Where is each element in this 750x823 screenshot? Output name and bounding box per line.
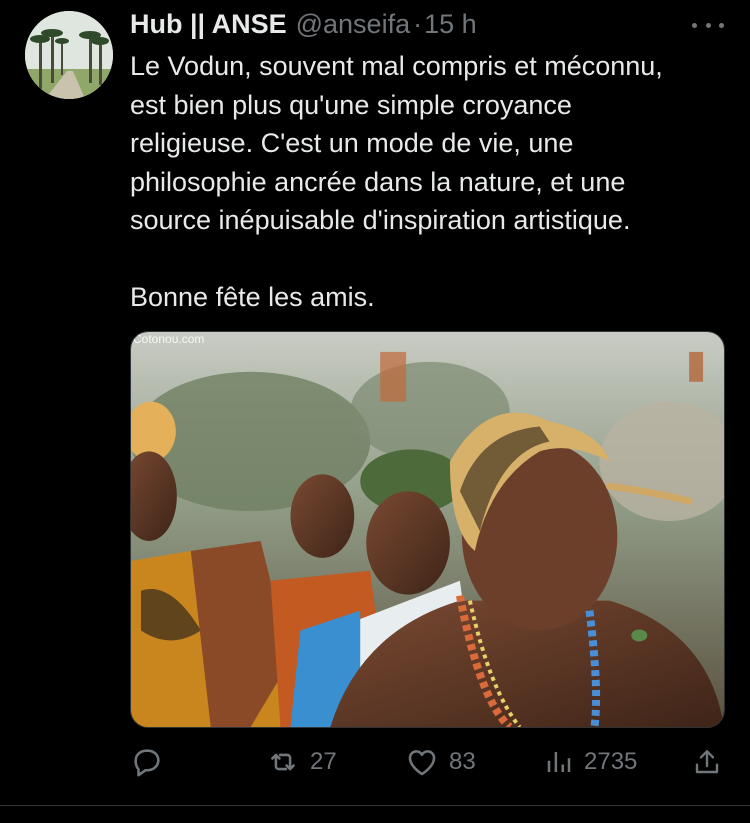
tweet-actions: 27 83 2735	[130, 742, 725, 782]
retweet-count: 27	[310, 748, 337, 775]
tweet-divider	[0, 805, 750, 806]
reply-icon	[134, 749, 160, 777]
like-button[interactable]: 83	[405, 742, 476, 782]
share-button[interactable]	[691, 742, 723, 782]
tweet-text: Le Vodun, souvent mal compris et méconnu…	[130, 47, 730, 316]
media-watermark: Cotonou.com	[133, 332, 205, 346]
timestamp[interactable]: 15 h	[424, 9, 477, 40]
tweet-text-line: source inépuisable d'inspiration artisti…	[130, 205, 631, 235]
tweet-text-line: Le Vodun, souvent mal compris et méconnu…	[130, 51, 663, 81]
like-count: 83	[449, 748, 476, 775]
tweet-closing-line: Bonne fête les amis.	[130, 281, 375, 312]
tweet-text-line: religieuse. C'est un mode de vie, une	[130, 128, 574, 158]
reply-button[interactable]	[130, 742, 174, 782]
views-count: 2735	[584, 748, 638, 775]
share-icon	[695, 750, 719, 774]
views-chart-icon	[547, 752, 571, 772]
retweet-button[interactable]: 27	[266, 742, 337, 782]
photo-vodun-festival	[131, 332, 724, 727]
display-name[interactable]: Hub || ANSE	[130, 9, 287, 40]
views-button[interactable]: 2735	[544, 742, 637, 782]
tweet[interactable]: Hub || ANSE @anseifa · 15 h Le Vodun, so…	[0, 0, 750, 805]
separator-dot: ·	[413, 9, 423, 39]
tweet-header: Hub || ANSE @anseifa · 15 h	[130, 9, 477, 43]
tweet-text-line: est bien plus qu'une simple croyance	[130, 89, 572, 120]
user-handle[interactable]: @anseifa	[296, 9, 410, 40]
retweet-icon	[271, 753, 295, 771]
tweet-text-line: philosophie ancrée dans la nature, et un…	[130, 166, 626, 197]
more-horizontal-icon[interactable]	[692, 14, 724, 36]
palm-trees-avatar-image	[25, 11, 113, 99]
heart-icon	[408, 750, 436, 776]
tweet-media-photo[interactable]: Cotonou.com	[130, 331, 725, 728]
avatar[interactable]	[25, 11, 113, 99]
